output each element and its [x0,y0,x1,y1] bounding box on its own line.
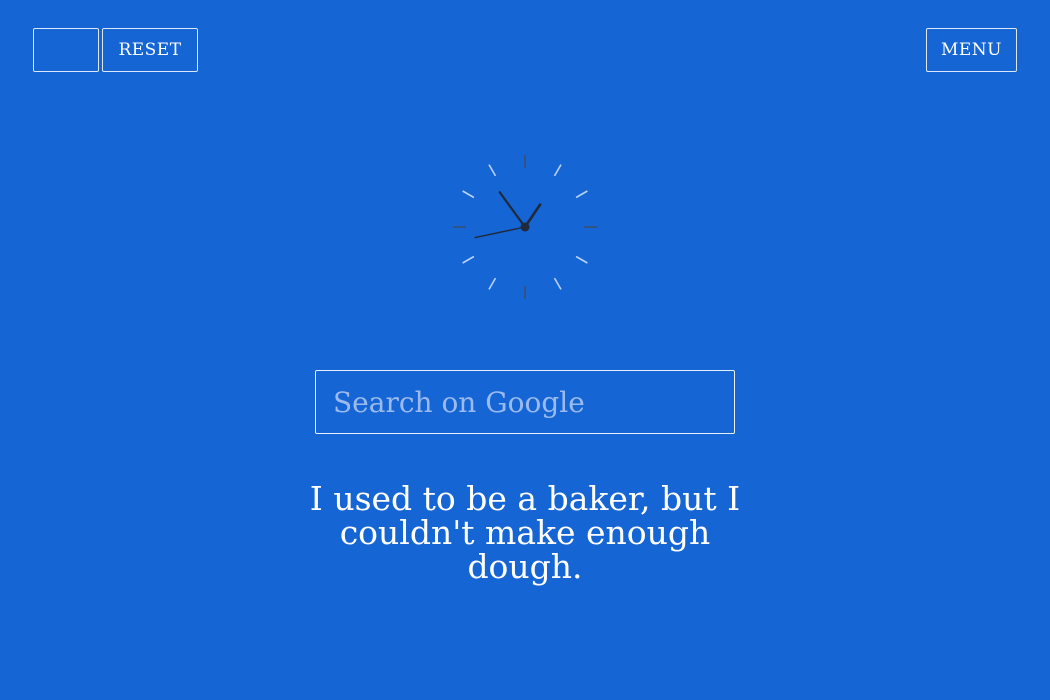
search-input[interactable] [315,370,735,434]
clock-tick [553,164,562,177]
clock-center-dot [520,222,530,232]
clock-tick [575,255,588,264]
clock-tick [553,277,562,290]
clock-second-hand [474,226,526,239]
clock-tick [575,190,588,199]
clock-icon [453,155,597,299]
clock-tick [462,255,475,264]
quote-text: I used to be a baker, but I couldn't mak… [309,479,741,586]
menu-button[interactable]: MENU [926,28,1017,72]
clock-tick [488,164,497,177]
clock-minute-hand [498,191,527,229]
reset-button[interactable]: RESET [102,28,198,72]
blank-button[interactable] [33,28,99,72]
clock-tick [462,190,475,199]
clock-tick [488,277,497,290]
